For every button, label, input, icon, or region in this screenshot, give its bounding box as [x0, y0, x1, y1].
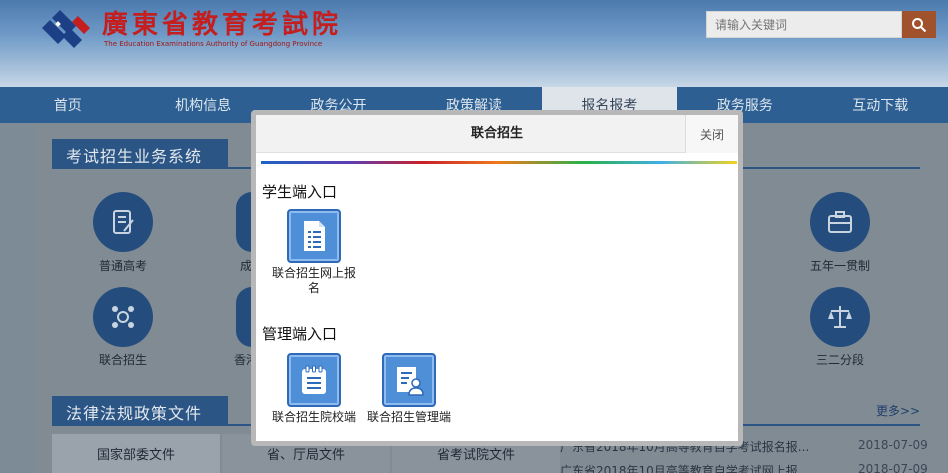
rainbow-divider [261, 161, 737, 164]
search-input[interactable] [706, 11, 902, 38]
service-joint-enrollment-icon[interactable] [93, 287, 153, 347]
service-label: 联合招生 [98, 353, 147, 367]
service-three-two-icon[interactable] [810, 287, 870, 347]
tile-label: 联合招生网上报名 [271, 266, 356, 295]
site-subtitle: The Education Examinations Authority of … [104, 40, 323, 48]
site-header: 廣東省教育考試院 The Education Examinations Auth… [0, 0, 948, 87]
nav-item-downloads[interactable]: 互动下载 [813, 87, 948, 123]
document-list-icon[interactable] [287, 209, 341, 263]
admin-portal-heading: 管理端入口 [262, 325, 338, 343]
modal-title: 联合招生 [470, 126, 523, 141]
section-title-exam-systems: 考试招生业务系统 [52, 139, 228, 169]
service-gaokao-icon[interactable] [93, 192, 153, 252]
nav-item-home[interactable]: 首页 [0, 87, 135, 123]
search-icon [912, 17, 927, 32]
tile-label: 联合招生院校端 [271, 410, 356, 424]
user-document-icon[interactable] [382, 353, 436, 407]
news-item-title[interactable]: 广东省2018年10月高等教育自学考试网上报... [560, 462, 809, 473]
service-five-year-icon[interactable] [810, 192, 870, 252]
service-adult-icon[interactable] [236, 192, 252, 252]
more-link[interactable]: 更多>> [876, 402, 920, 419]
online-registration-tile[interactable]: 联合招生网上报名 [269, 209, 359, 296]
news-item-date: 2018-07-09 [858, 438, 928, 452]
site-logo-icon[interactable] [38, 8, 94, 50]
site-title: 廣東省教育考試院 [102, 10, 343, 40]
modal-header: 联合招生 关闭 [256, 115, 738, 153]
joint-enrollment-modal: 联合招生 关闭 学生端入口 联合招生网上报名 管理端入口 联合招生院校端 联合招… [251, 110, 743, 446]
service-label: 五年一贯制 [809, 259, 870, 273]
section-title-laws: 法律法规政策文件 [52, 396, 228, 426]
student-portal-heading: 学生端入口 [262, 183, 338, 201]
service-label: 普通高考 [98, 259, 147, 273]
tile-label: 联合招生管理端 [366, 410, 451, 424]
notepad-icon[interactable] [287, 353, 341, 407]
tab-national-documents[interactable]: 国家部委文件 [52, 434, 220, 473]
close-button[interactable]: 关闭 [685, 115, 738, 153]
school-portal-tile[interactable]: 联合招生院校端 [269, 353, 359, 425]
service-hongkong-icon[interactable] [236, 287, 252, 347]
news-item-date: 2018-07-09 [858, 462, 928, 473]
search-button[interactable] [902, 11, 936, 38]
service-label: 三二分段 [815, 353, 864, 367]
admin-portal-tile[interactable]: 联合招生管理端 [364, 353, 454, 425]
